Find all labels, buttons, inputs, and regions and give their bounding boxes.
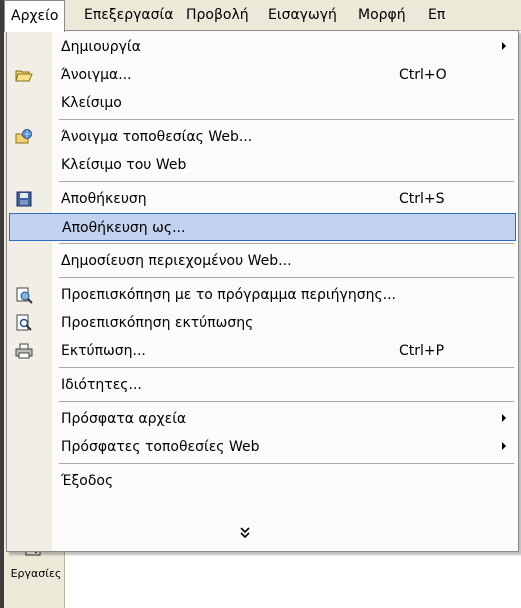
menu-bar: Αρχείο Επεξεργασία Προβολή Εισαγωγή Μορφ… <box>4 0 521 32</box>
menu-item-open-web[interactable]: Άνοιγμα τοποθεσίας Web... <box>9 123 516 151</box>
menu-item-exit[interactable]: Έξοδος <box>9 467 516 495</box>
printer-icon <box>15 343 33 359</box>
open-folder-icon <box>15 70 33 82</box>
menu-item-browser-preview[interactable]: Προεπισκόπηση με το πρόγραμμα περιήγησης… <box>9 281 516 309</box>
menu-format[interactable]: Μορφή <box>352 0 412 30</box>
web-open-icon <box>15 129 32 144</box>
file-menu-dropdown: Δημιουργία Άνοιγμα... Ctrl+O Κλείσιμο Άν… <box>6 30 519 552</box>
expand-chevron-icon[interactable] <box>237 525 253 541</box>
menu-separator <box>59 367 514 368</box>
menu-item-recent-files[interactable]: Πρόσφατα αρχεία <box>9 405 516 433</box>
menu-edit[interactable]: Επεξεργασία <box>78 0 179 30</box>
menu-item-print-preview[interactable]: Προεπισκόπηση εκτύπωσης <box>9 309 516 337</box>
menu-insert[interactable]: Εισαγωγή <box>262 0 343 30</box>
menu-item-publish-web[interactable]: Δημοσίευση περιεχομένου Web... <box>9 247 516 275</box>
menu-separator <box>59 401 514 402</box>
menu-view[interactable]: Προβολή <box>180 0 255 30</box>
menu-item-close[interactable]: Κλείσιμο <box>9 89 516 117</box>
submenu-arrow-icon <box>502 42 506 50</box>
menu-item-save[interactable]: Αποθήκευση Ctrl+S <box>9 185 516 213</box>
menu-more[interactable]: Επ <box>422 0 451 30</box>
menu-separator <box>59 181 514 182</box>
web-preview-icon <box>16 287 33 304</box>
menu-separator <box>59 277 514 278</box>
submenu-arrow-icon <box>502 414 506 422</box>
menu-item-save-as[interactable]: Αποθήκευση ως... <box>9 213 516 241</box>
menu-item-open[interactable]: Άνοιγμα... Ctrl+O <box>9 61 516 89</box>
menu-separator <box>59 463 514 464</box>
menu-item-new[interactable]: Δημιουργία <box>9 33 516 61</box>
menu-separator <box>59 119 514 120</box>
menu-item-properties[interactable]: Ιδιότητες... <box>9 371 516 399</box>
menu-item-close-web[interactable]: Κλείσιμο του Web <box>9 151 516 179</box>
print-preview-icon <box>16 314 32 331</box>
menu-item-print[interactable]: Εκτύπωση... Ctrl+P <box>9 337 516 365</box>
menu-separator <box>59 243 514 244</box>
menu-file[interactable]: Αρχείο <box>4 0 66 32</box>
floppy-disk-icon <box>16 191 32 207</box>
menu-item-recent-web[interactable]: Πρόσφατες τοποθεσίες Web <box>9 433 516 461</box>
submenu-arrow-icon <box>502 442 506 450</box>
task-pane-label[interactable]: Εργασίες <box>8 567 64 580</box>
